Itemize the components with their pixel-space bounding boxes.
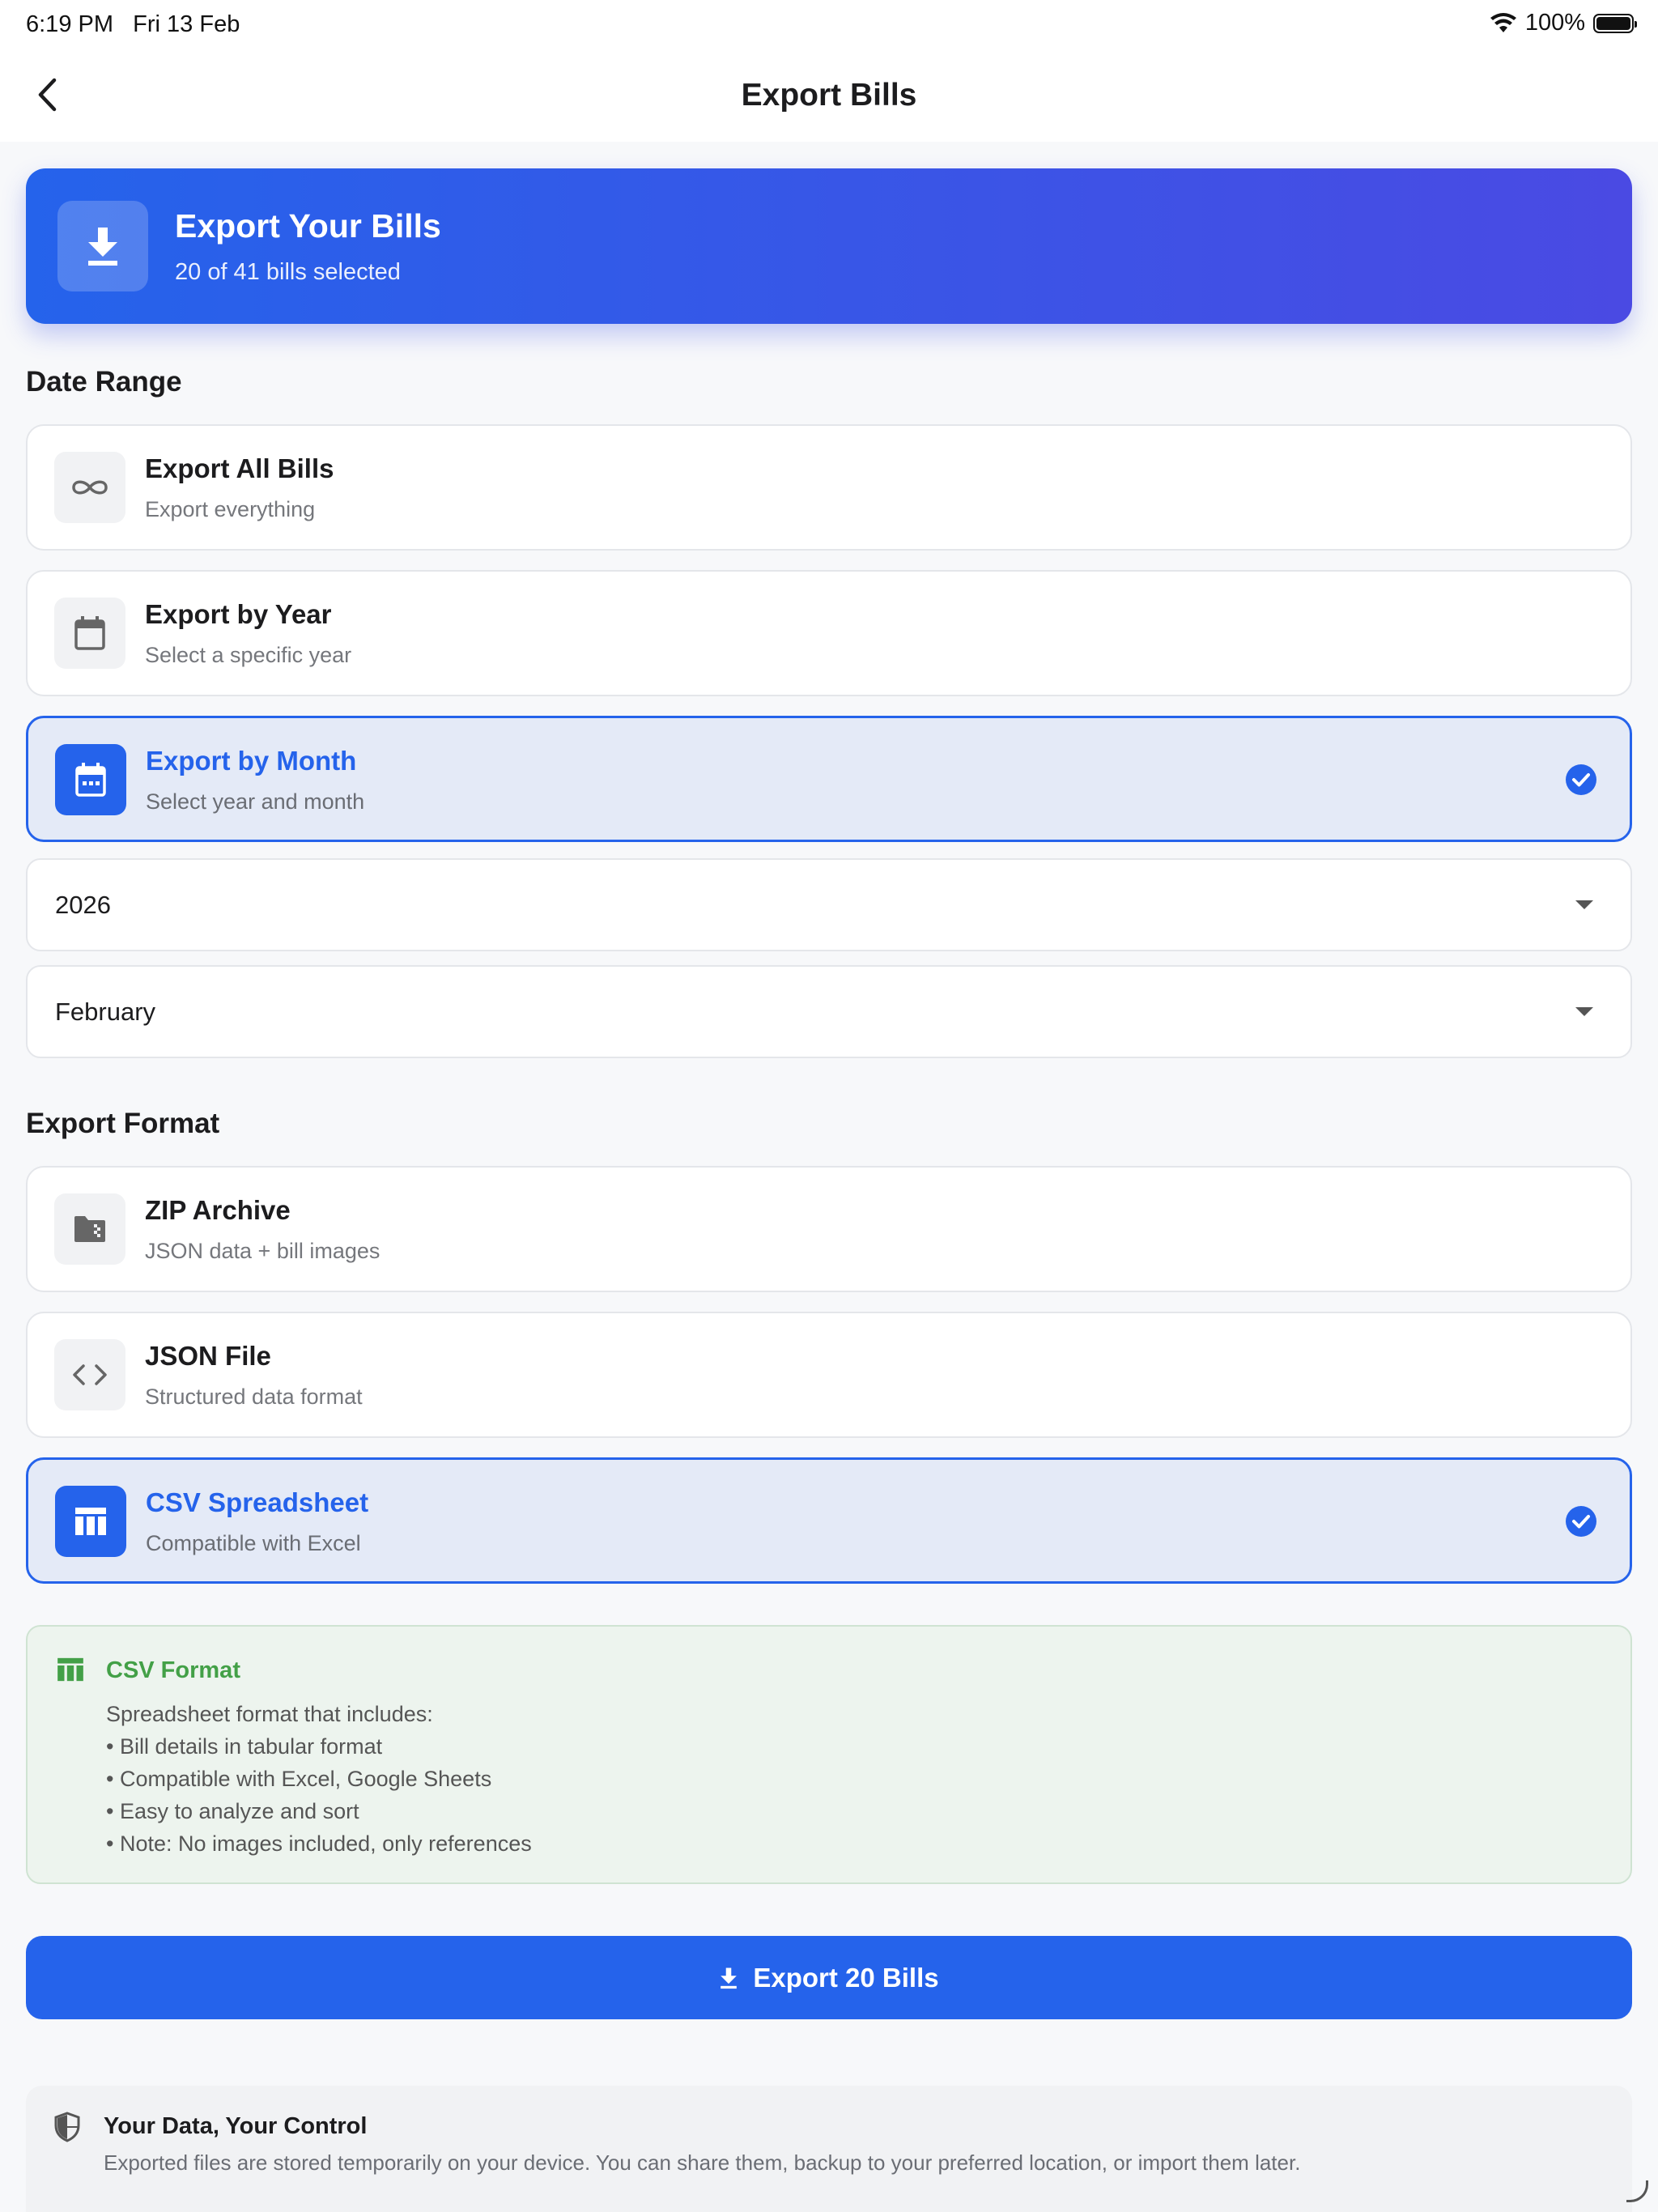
top-bar: 6:19 PM Fri 13 Feb 100% Export Bills bbox=[0, 0, 1658, 142]
option-subtitle: Compatible with Excel bbox=[146, 1531, 361, 1555]
privacy-note: Your Data, Your Control Exported files a… bbox=[26, 2086, 1632, 2212]
check-circle-icon bbox=[1566, 1506, 1596, 1537]
battery-icon bbox=[1593, 13, 1637, 33]
option-subtitle: Export everything bbox=[145, 497, 316, 521]
info-line: • Easy to analyze and sort bbox=[106, 1799, 359, 1823]
info-line: • Note: No images included, only referen… bbox=[106, 1831, 532, 1856]
export-button[interactable]: Export 20 Bills bbox=[26, 1936, 1632, 2019]
option-title: Export by Month bbox=[146, 746, 357, 776]
info-line: • Compatible with Excel, Google Sheets bbox=[106, 1767, 492, 1791]
format-info-box: CSV Format Spreadsheet format that inclu… bbox=[26, 1625, 1632, 1884]
date-range-heading: Date Range bbox=[26, 366, 182, 398]
calendar-month-icon bbox=[75, 763, 106, 797]
download-icon bbox=[88, 228, 117, 266]
hero-subtitle: 20 of 41 bills selected bbox=[175, 259, 401, 285]
info-title: CSV Format bbox=[106, 1657, 240, 1683]
option-title: Export by Year bbox=[145, 599, 332, 629]
option-icon-box bbox=[54, 598, 125, 669]
option-export-by-month[interactable]: Export by Month Select year and month bbox=[26, 716, 1632, 842]
privacy-text: Exported files are stored temporarily on… bbox=[104, 2150, 1301, 2175]
hero-title: Export Your Bills bbox=[175, 207, 441, 245]
option-json-file[interactable]: JSON File Structured data format bbox=[26, 1312, 1632, 1438]
option-export-by-year[interactable]: Export by Year Select a specific year bbox=[26, 570, 1632, 696]
option-subtitle: Select year and month bbox=[146, 789, 365, 814]
download-icon bbox=[721, 1967, 738, 1989]
shield-icon bbox=[54, 2112, 80, 2142]
export-format-heading: Export Format bbox=[26, 1108, 220, 1139]
option-title: ZIP Archive bbox=[145, 1195, 291, 1225]
year-select[interactable]: 2026 bbox=[26, 858, 1632, 951]
status-time: 6:19 PM Fri 13 Feb bbox=[26, 11, 240, 38]
check-circle-icon bbox=[1566, 764, 1596, 795]
infinity-icon bbox=[72, 480, 108, 495]
option-zip-archive[interactable]: ZIP Archive JSON data + bill images bbox=[26, 1166, 1632, 1292]
status-date: Fri 13 Feb bbox=[133, 11, 240, 37]
option-title: Export All Bills bbox=[145, 453, 334, 483]
hero-icon-box bbox=[57, 201, 148, 291]
status-indicators: 100% bbox=[1490, 10, 1637, 36]
option-icon-box bbox=[54, 452, 125, 523]
table-icon bbox=[57, 1657, 83, 1682]
option-csv-spreadsheet[interactable]: CSV Spreadsheet Compatible with Excel bbox=[26, 1457, 1632, 1584]
export-summary-card: Export Your Bills 20 of 41 bills selecte… bbox=[26, 168, 1632, 324]
option-icon-box bbox=[54, 1339, 125, 1410]
option-subtitle: JSON data + bill images bbox=[145, 1239, 380, 1263]
battery-percent: 100% bbox=[1524, 10, 1585, 36]
info-lines: Spreadsheet format that includes: • Bill… bbox=[106, 1698, 532, 1860]
dropdown-arrow-icon bbox=[1575, 1007, 1593, 1016]
option-subtitle: Select a specific year bbox=[145, 643, 352, 667]
month-select-value: February bbox=[55, 998, 156, 1026]
month-select[interactable]: February bbox=[26, 965, 1632, 1058]
dropdown-arrow-icon bbox=[1575, 900, 1593, 909]
wifi-icon bbox=[1490, 12, 1516, 32]
option-subtitle: Structured data format bbox=[145, 1385, 363, 1409]
resize-handle-icon bbox=[1626, 2180, 1648, 2202]
info-line: Spreadsheet format that includes: bbox=[106, 1702, 433, 1726]
year-select-value: 2026 bbox=[55, 891, 111, 919]
page-title: Export Bills bbox=[741, 78, 917, 113]
option-icon-box bbox=[54, 1193, 125, 1265]
status-clock: 6:19 PM bbox=[26, 11, 113, 37]
option-title: CSV Spreadsheet bbox=[146, 1487, 369, 1517]
option-icon-box bbox=[55, 1486, 126, 1557]
privacy-title: Your Data, Your Control bbox=[104, 2113, 368, 2139]
calendar-icon bbox=[74, 616, 105, 650]
table-icon bbox=[75, 1508, 106, 1535]
option-icon-box bbox=[55, 744, 126, 815]
option-title: JSON File bbox=[145, 1341, 271, 1371]
folder-zip-icon bbox=[74, 1216, 105, 1242]
option-export-all[interactable]: Export All Bills Export everything bbox=[26, 424, 1632, 551]
code-icon bbox=[73, 1364, 107, 1385]
export-button-label: Export 20 Bills bbox=[753, 1962, 939, 1993]
info-line: • Bill details in tabular format bbox=[106, 1734, 383, 1759]
